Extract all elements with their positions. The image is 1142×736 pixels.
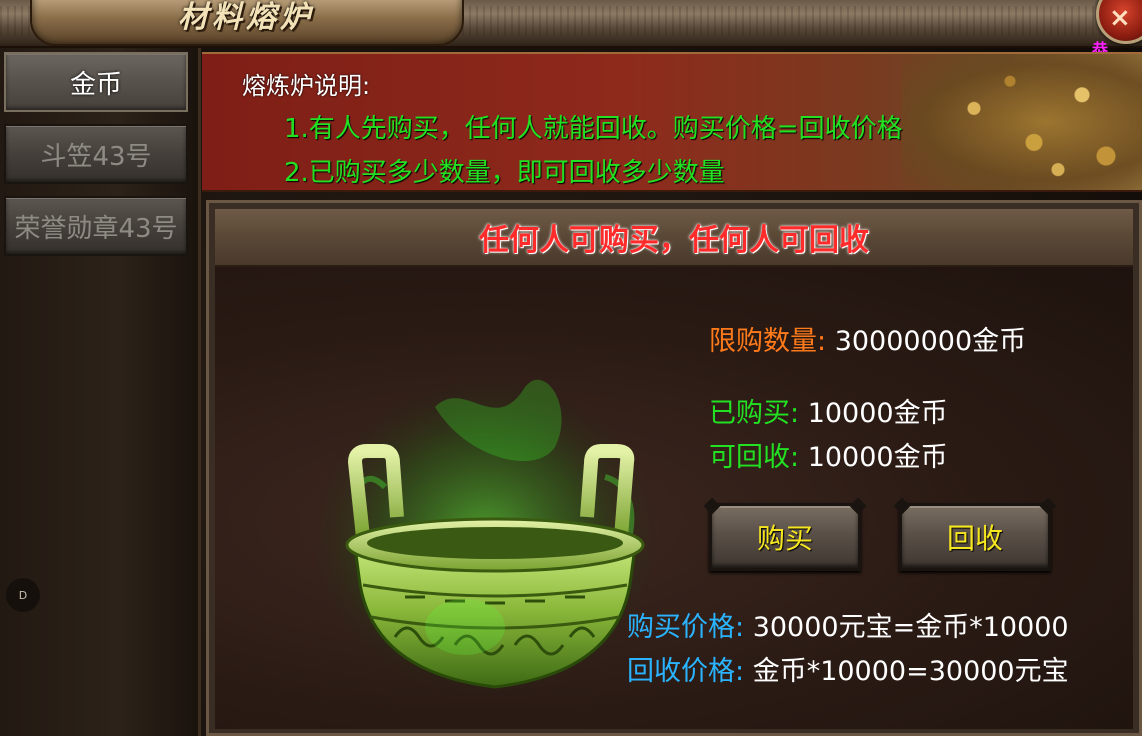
panel-header: 任何人可购买，任何人可回收 bbox=[215, 209, 1133, 267]
buy-price-label: 购买价格: bbox=[627, 612, 745, 643]
recycle-button[interactable]: 回收 bbox=[899, 503, 1051, 571]
recycle-price-row: 回收价格: 金币*10000=30000元宝 bbox=[627, 649, 1069, 688]
cauldron-image bbox=[310, 367, 675, 697]
buy-price-row: 购买价格: 30000元宝=金币*10000 bbox=[627, 605, 1069, 644]
panel-body: 限购数量: 30000000金币 已购买: 10000金币 可回收: 10000… bbox=[215, 267, 1133, 729]
close-icon: × bbox=[1109, 3, 1131, 33]
description-line-1: 1.有人先购买，任何人就能回收。购买价格=回收价格 bbox=[284, 114, 903, 144]
recycle-price-value: 金币*10000=30000元宝 bbox=[752, 656, 1069, 687]
recyclable-label: 可回收: bbox=[709, 442, 800, 473]
treasure-image bbox=[902, 54, 1142, 190]
buy-button[interactable]: 购买 bbox=[709, 503, 861, 571]
floating-dot-button[interactable]: D bbox=[6, 578, 40, 612]
description-banner: 熔炼炉说明: 1.有人先购买，任何人就能回收。购买价格=回收价格 2.已购买多少… bbox=[202, 52, 1142, 192]
description-line-2: 2.已购买多少数量，即可回收多少数量 bbox=[284, 158, 725, 188]
main-panel: 任何人可购买，任何人可回收 限购数量: 30000000金币 已购买: 1000… bbox=[206, 200, 1142, 736]
window-title: 材料熔炉 bbox=[178, 0, 314, 35]
sidebar-item-hat-43[interactable]: 斗笠43号 bbox=[4, 124, 188, 184]
recyclable-value: 10000金币 bbox=[807, 442, 948, 473]
recyclable-row: 可回收: 10000金币 bbox=[709, 435, 948, 474]
sidebar-item-honor-medal-43[interactable]: 荣誉勋章43号 bbox=[4, 196, 188, 256]
limit-quantity-value: 30000000金币 bbox=[834, 326, 1027, 357]
bought-row: 已购买: 10000金币 bbox=[709, 391, 948, 430]
bought-label: 已购买: bbox=[709, 398, 800, 429]
sidebar-item-gold-coin[interactable]: 金币 bbox=[4, 52, 188, 112]
limit-quantity-row: 限购数量: 30000000金币 bbox=[709, 319, 1026, 358]
smelting-furnace-window: 材料熔炉 × 恭 金币 斗笠43号 荣誉勋章43号 D 熔炼炉说明: 1.有人先… bbox=[0, 0, 1142, 736]
title-bar: 材料熔炉 × bbox=[0, 0, 1142, 48]
limit-quantity-label: 限购数量: bbox=[709, 326, 827, 357]
description-title: 熔炼炉说明: bbox=[242, 72, 371, 100]
bought-value: 10000金币 bbox=[807, 398, 948, 429]
buy-price-value: 30000元宝=金币*10000 bbox=[752, 612, 1069, 643]
recycle-price-label: 回收价格: bbox=[627, 656, 745, 687]
sidebar: 金币 斗笠43号 荣誉勋章43号 D bbox=[0, 48, 201, 736]
